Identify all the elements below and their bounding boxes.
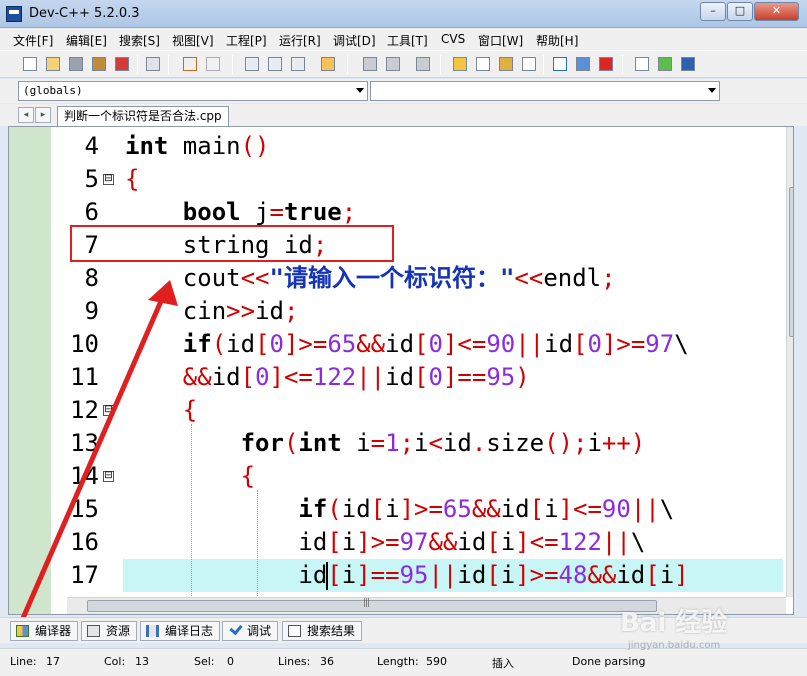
tab-debug[interactable]: 调试	[222, 621, 279, 641]
status-bar: Line: 17 Col: 13 Sel: 0 Lines: 36 Length…	[0, 648, 807, 676]
resource-icon	[87, 625, 100, 637]
status-length-value: 590	[426, 655, 447, 668]
tab-search-results[interactable]: 搜索结果	[282, 621, 363, 641]
check-icon	[229, 621, 243, 636]
tab-compiler[interactable]: 编译器	[10, 621, 79, 641]
status-col-label: Col:	[104, 655, 126, 668]
annotation-arrow	[17, 280, 178, 628]
status-length-label: Length:	[377, 655, 419, 668]
grid-icon	[16, 625, 29, 637]
bar-chart-icon	[146, 625, 159, 637]
status-col-value: 13	[135, 655, 149, 668]
status-sel-label: Sel:	[194, 655, 215, 668]
status-message: Done parsing	[572, 655, 646, 668]
status-insert-mode: 插入	[492, 657, 514, 670]
watermark-logo: Bai 经验	[620, 608, 728, 638]
watermark-url: jingyan.baidu.com	[628, 640, 721, 651]
status-lines-label: Lines:	[278, 655, 311, 668]
search-icon	[288, 625, 301, 637]
tab-resources[interactable]: 资源	[81, 621, 138, 641]
status-line-label: Line:	[10, 655, 37, 668]
status-lines-value: 36	[320, 655, 334, 668]
tab-compile-log[interactable]: 编译日志	[140, 621, 221, 641]
status-line-value: 17	[46, 655, 60, 668]
status-sel-value: 0	[227, 655, 234, 668]
